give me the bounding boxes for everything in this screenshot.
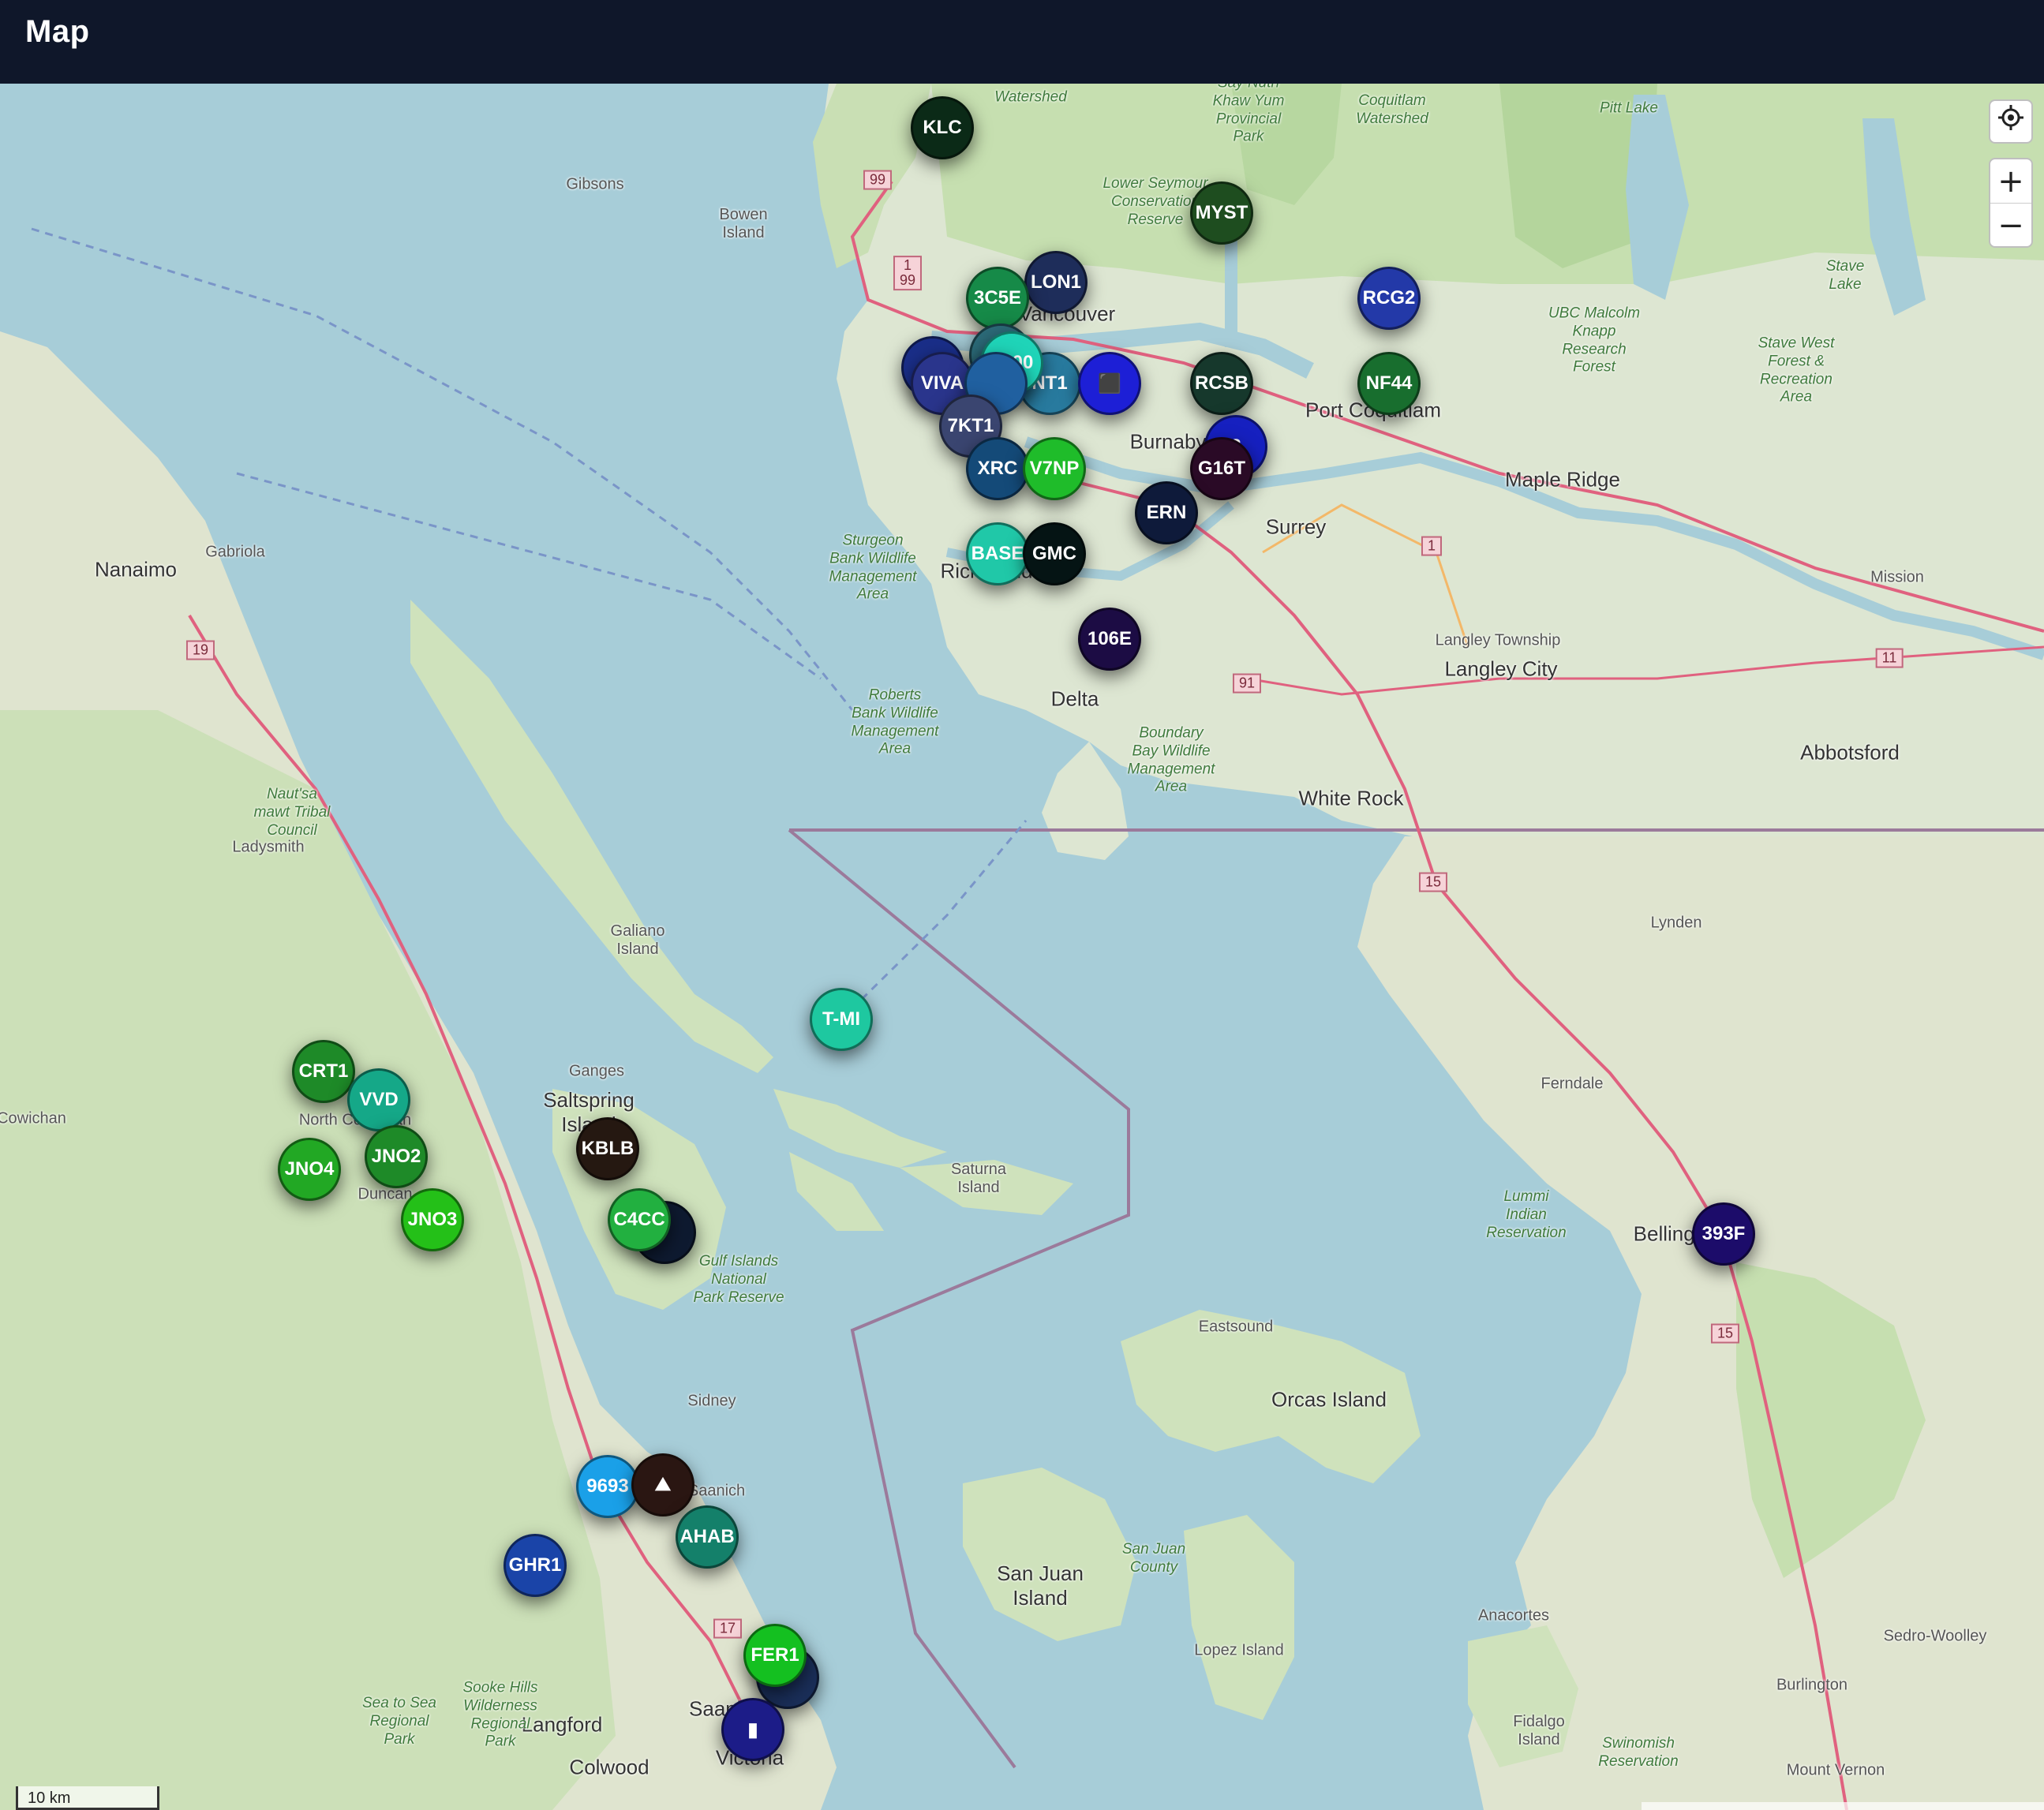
place-label-coquitlamws: Coquitlam Watershed	[1356, 92, 1428, 127]
place-label-sanjuancounty: San Juan County	[1121, 1541, 1186, 1576]
map-view[interactable]: Gibsons Bowen Island Vancouver Burnaby Port …	[0, 84, 2044, 1810]
map-marker[interactable]: RCG2	[1357, 267, 1421, 330]
zoom-out-button[interactable]: −	[1990, 204, 2031, 247]
locate-button[interactable]	[1989, 99, 2033, 144]
place-label-nautsa: Naut'sa mawt Tribal Council	[253, 785, 331, 839]
place-label-surrey: Surrey	[1265, 514, 1327, 539]
zoom-control: + −	[1989, 158, 2033, 248]
map-marker[interactable]: LON1	[1024, 251, 1088, 314]
map-marker[interactable]: C4CC	[608, 1188, 671, 1251]
place-label-nanaimo: Nanaimo	[94, 557, 178, 582]
road-shield: 15	[1418, 872, 1448, 892]
map-marker[interactable]: JNO3	[401, 1188, 464, 1251]
map-marker[interactable]: ⛰	[631, 1453, 694, 1516]
place-label-lummi: Lummi Indian Reservation	[1486, 1187, 1567, 1241]
scale-bar: 10 km	[16, 1786, 159, 1810]
place-label-gabriola: Gabriola	[205, 543, 265, 561]
place-label-boundary: Boundary Bay Wildlife Management Area	[1127, 724, 1215, 795]
place-label-pittlake: Pitt Lake	[1600, 99, 1658, 117]
place-label-kwayum: Say Nuth Khaw Yum Provincial Park	[1212, 84, 1285, 145]
place-label-gulfislands: Gulf Islands National Park Reserve	[693, 1252, 784, 1306]
road-shield: 19	[185, 640, 215, 660]
place-label-colwood: Colwood	[569, 1755, 650, 1779]
map-marker[interactable]: KBLB	[576, 1117, 639, 1180]
map-marker[interactable]: KLC	[911, 96, 974, 159]
map-marker[interactable]: 9693	[576, 1455, 639, 1518]
place-label-langleytwp: Langley Township	[1435, 631, 1561, 649]
place-label-bowen: Bowen Island	[719, 206, 768, 241]
place-label-saturna: Saturna Island	[950, 1161, 1007, 1196]
crosshair-locate-icon	[1997, 103, 2025, 140]
place-label-roberts: Roberts Bank Wildlife Management Area	[851, 686, 939, 757]
map-marker[interactable]: MYST	[1190, 181, 1253, 245]
map-marker[interactable]: JNO2	[365, 1125, 428, 1188]
map-marker[interactable]: ▮	[721, 1698, 784, 1761]
map-marker[interactable]: FER1	[743, 1624, 807, 1687]
place-label-gibsons: Gibsons	[566, 175, 624, 193]
place-label-sanjuan: San Juan Island	[997, 1561, 1084, 1610]
place-label-capilano: Watershed	[994, 88, 1067, 106]
road-shield: 15	[1710, 1323, 1740, 1344]
map-marker[interactable]: G16T	[1190, 437, 1253, 500]
place-label-sidney: Sidney	[687, 1392, 736, 1410]
place-label-langley: Langley City	[1444, 656, 1558, 681]
map-marker[interactable]: 3C5E	[966, 267, 1029, 330]
attribution-bar	[1642, 1802, 2044, 1810]
place-label-cowichan: Cowichan	[0, 1109, 66, 1128]
road-shield: 91	[1232, 673, 1262, 694]
page-title: Map	[25, 14, 90, 49]
map-marker[interactable]: AHAB	[676, 1505, 739, 1569]
place-label-stavewest: Stave West Forest & Recreation Area	[1758, 335, 1835, 406]
road-shield: 99	[863, 170, 893, 190]
place-label-abbotsford: Abbotsford	[1800, 740, 1900, 765]
place-label-mission: Mission	[1870, 568, 1924, 586]
place-label-sooke: Sooke Hills Wilderness Regional Park	[462, 1679, 538, 1750]
place-label-whiterock: White Rock	[1298, 786, 1404, 810]
map-marker[interactable]: ⬛	[1078, 352, 1141, 415]
road-shield: 1 99	[893, 256, 923, 290]
map-marker[interactable]: 106E	[1078, 608, 1141, 671]
place-label-orcas: Orcas Island	[1271, 1387, 1387, 1412]
map-marker[interactable]: GMC	[1023, 522, 1086, 585]
place-label-duncan: Duncan	[358, 1185, 413, 1203]
road-shield: 11	[1875, 648, 1904, 668]
place-label-galiano: Galiano Island	[610, 922, 665, 958]
place-label-mountvernon: Mount Vernon	[1786, 1761, 1885, 1779]
place-label-swinomish: Swinomish Reservation	[1598, 1735, 1679, 1770]
zoom-in-button[interactable]: +	[1990, 159, 2031, 204]
place-label-lopez: Lopez Island	[1194, 1641, 1284, 1659]
map-marker[interactable]: VVD	[347, 1068, 410, 1131]
map-marker[interactable]: CRT1	[292, 1040, 355, 1103]
place-label-burlington: Burlington	[1776, 1676, 1848, 1694]
map-marker[interactable]: NF44	[1357, 352, 1421, 415]
road-shield: 1	[1421, 536, 1443, 556]
place-label-ladysmith: Ladysmith	[232, 838, 305, 856]
place-label-sturgeon: Sturgeon Bank Wildlife Management Area	[829, 532, 917, 603]
map-marker[interactable]: BASE	[966, 522, 1029, 585]
place-label-ubc: UBC Malcolm Knapp Research Forest	[1548, 305, 1641, 376]
place-label-ferndale: Ferndale	[1540, 1075, 1604, 1093]
map-marker[interactable]: 393F	[1692, 1202, 1755, 1266]
map-marker[interactable]: JNO4	[278, 1138, 341, 1201]
place-label-delta: Delta	[1050, 686, 1099, 711]
app-header: Map	[0, 0, 2044, 84]
place-label-eastsound: Eastsound	[1198, 1318, 1274, 1336]
place-label-ganges: Ganges	[568, 1062, 625, 1080]
place-label-saanich: Saanich	[687, 1482, 746, 1500]
map-marker[interactable]: RCSB	[1190, 352, 1253, 415]
map-marker[interactable]: XRC	[966, 437, 1029, 500]
place-label-anacortes: Anacortes	[1477, 1606, 1550, 1625]
map-marker[interactable]: T-MI	[810, 988, 873, 1051]
place-label-fidalgo: Fidalgo Island	[1513, 1713, 1565, 1748]
map-marker[interactable]: ERN	[1135, 481, 1198, 544]
map-marker[interactable]: V7NP	[1023, 437, 1086, 500]
road-shield: 17	[713, 1618, 743, 1639]
place-label-lynden: Lynden	[1650, 914, 1702, 932]
place-label-maple: Maple Ridge	[1505, 467, 1620, 492]
place-label-sedro: Sedro-Woolley	[1883, 1627, 1987, 1645]
map-marker[interactable]: GHR1	[504, 1534, 567, 1597]
place-label-stavelake: Stave Lake	[1825, 258, 1865, 293]
